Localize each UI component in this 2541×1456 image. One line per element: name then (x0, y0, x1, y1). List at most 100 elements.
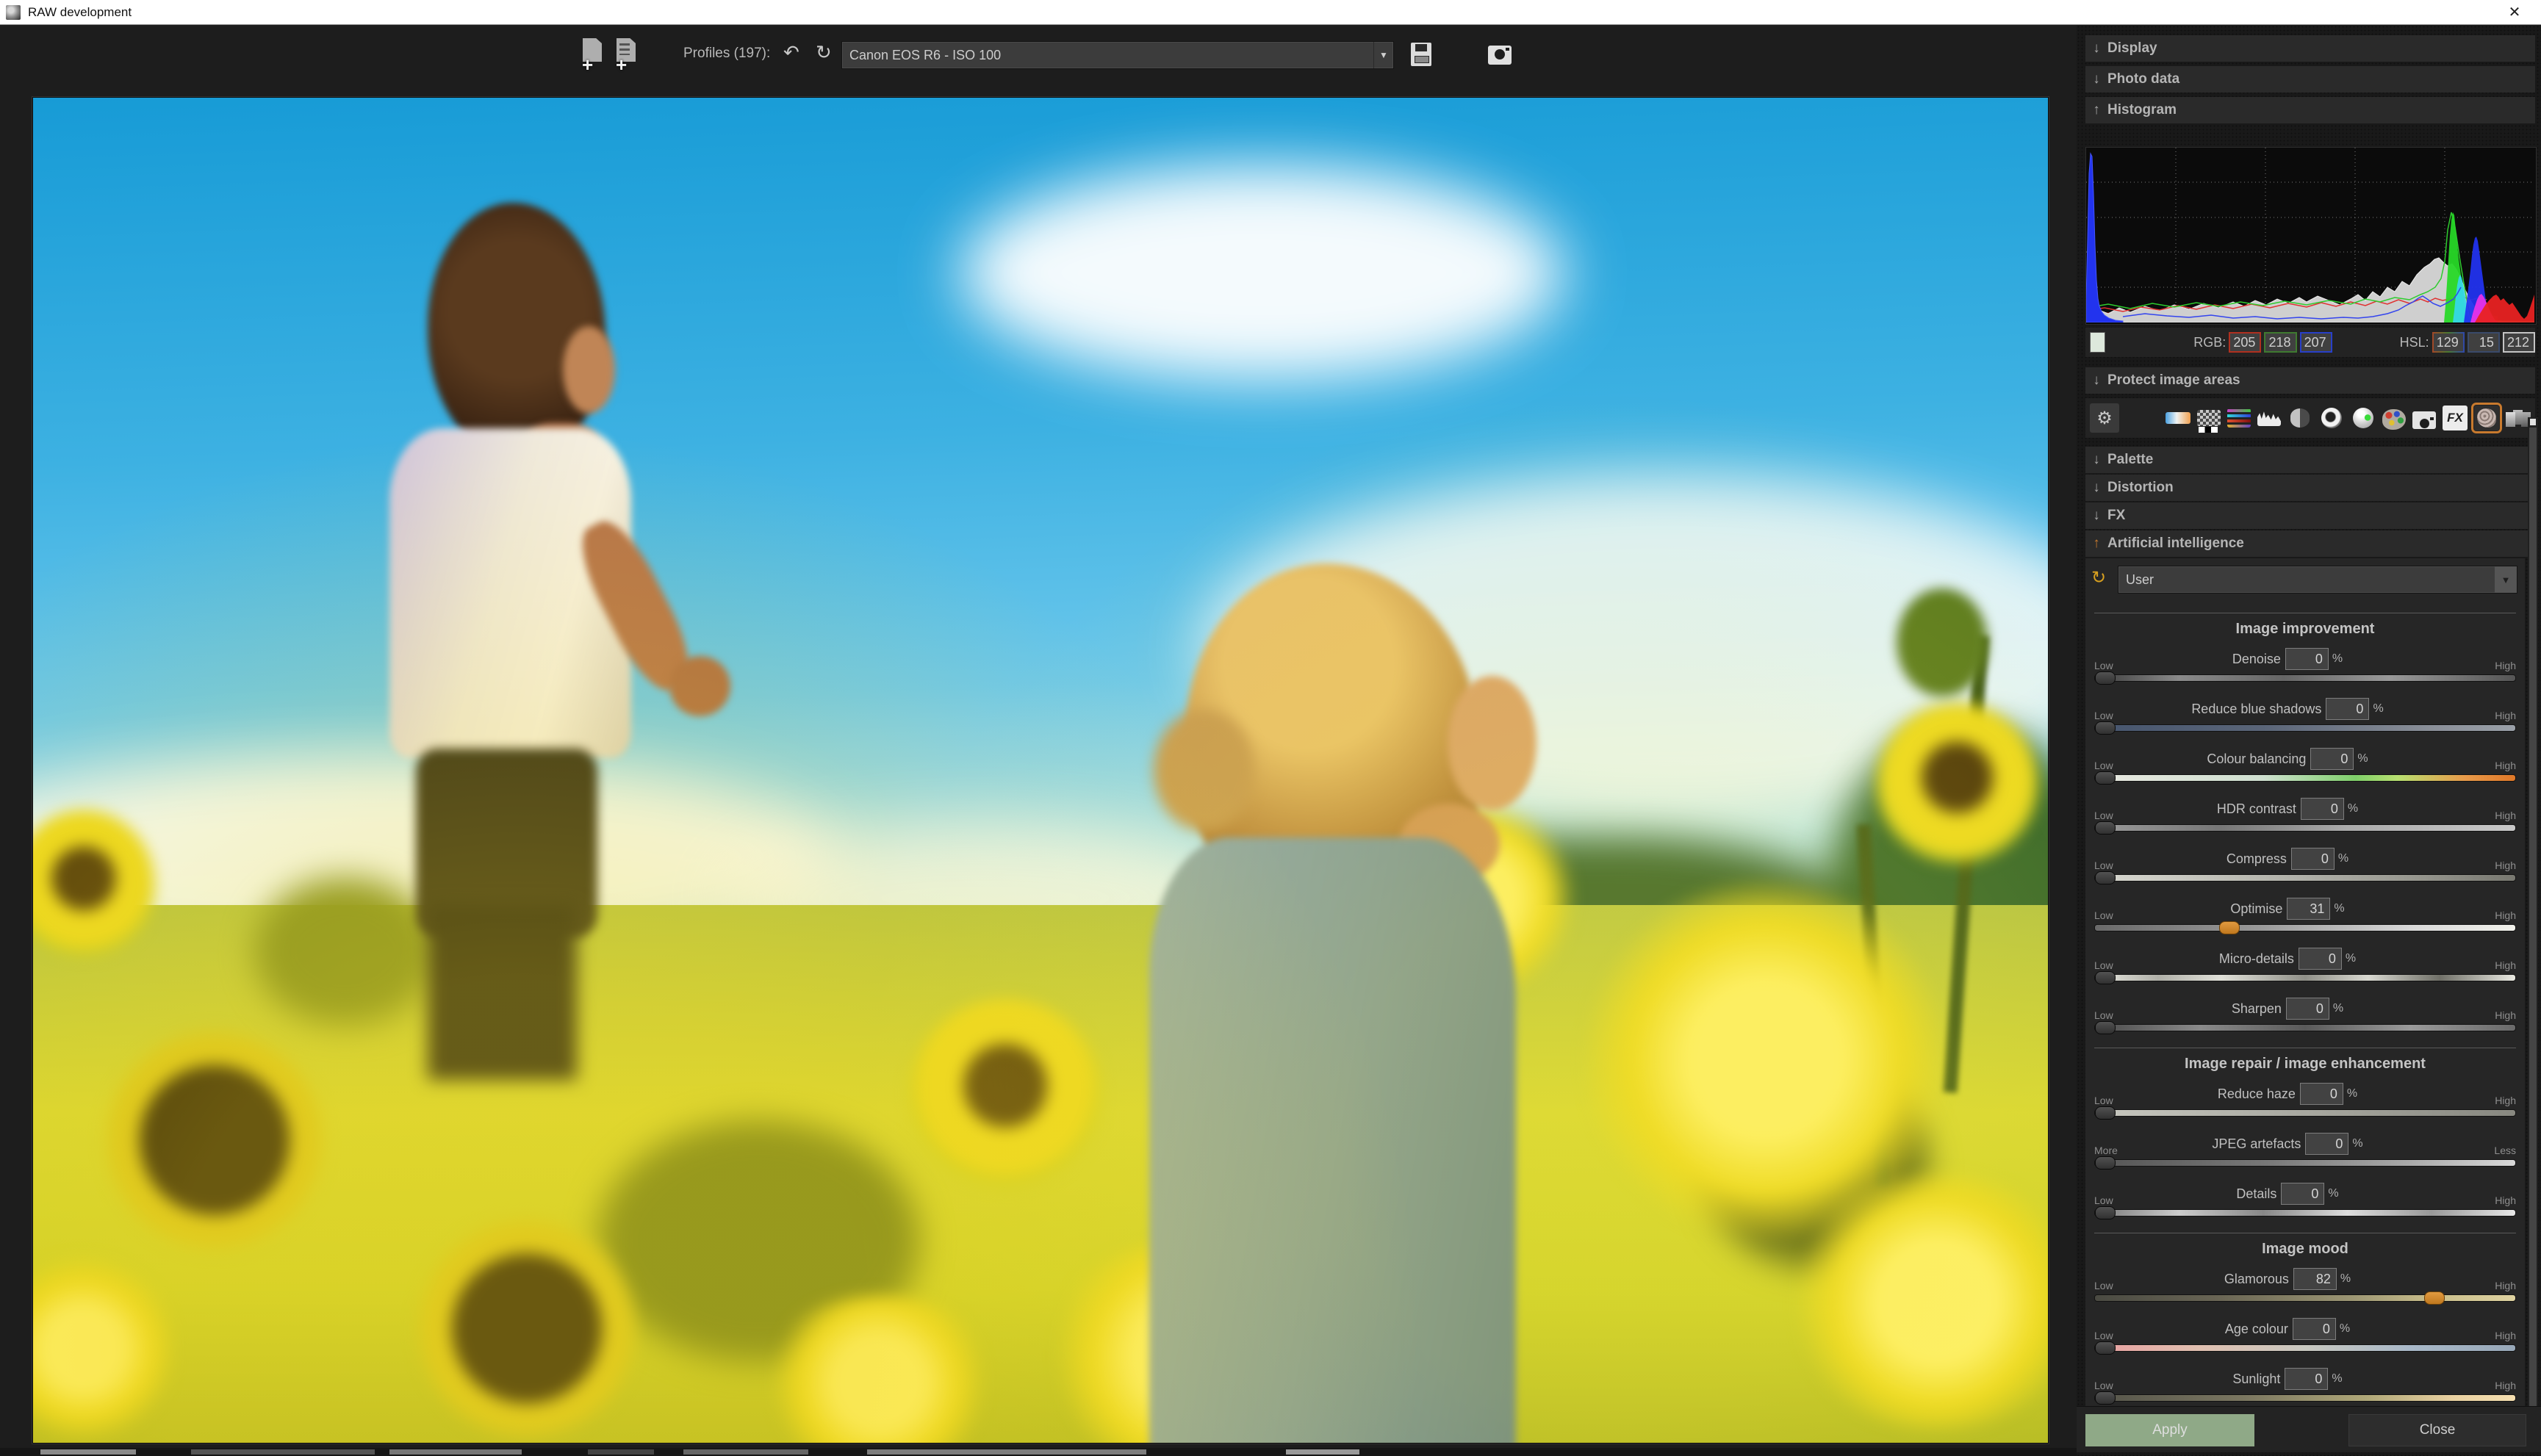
slider-value[interactable]: 31 (2287, 898, 2330, 920)
slider-handle[interactable] (2095, 1391, 2116, 1405)
collapse-arrow-icon: ↓ (2085, 71, 2107, 87)
slider-track[interactable] (2094, 724, 2516, 732)
slider-value[interactable]: 0 (2301, 798, 2344, 820)
new-profile-button[interactable]: + (578, 37, 607, 69)
ai-profile-dropdown[interactable]: User ▼ (2118, 566, 2517, 594)
slider-track[interactable] (2094, 1294, 2516, 1302)
slider-value[interactable]: 0 (2299, 948, 2342, 970)
slider-value[interactable]: 0 (2285, 648, 2329, 670)
refresh-icon[interactable]: ↻ (2091, 567, 2106, 588)
slider-unit: % (2332, 652, 2343, 666)
rgb-g-value: 218 (2264, 332, 2296, 353)
slider-value[interactable]: 0 (2281, 1183, 2324, 1205)
contrast-icon[interactable] (2290, 408, 2310, 428)
collapse-arrow-icon: ↓ (2085, 452, 2107, 468)
slider-unit: % (2373, 702, 2383, 716)
slider-track[interactable] (2094, 1394, 2516, 1402)
slider-reduce-haze: LowReduce haze0%High (2093, 1083, 2517, 1117)
slider-track[interactable] (2094, 1344, 2516, 1352)
section-palette[interactable]: ↓ Palette (2085, 447, 2535, 473)
scrollbar-thumb[interactable] (2529, 428, 2537, 1412)
palette-colors-icon[interactable] (2382, 409, 2406, 430)
slider-compress: LowCompress0%High (2093, 848, 2517, 882)
profile-dropdown[interactable]: Canon EOS R6 - ISO 100 ▼ (841, 41, 1394, 69)
slider-value[interactable]: 82 (2293, 1268, 2337, 1290)
slider-label: Optimise (2230, 901, 2282, 917)
slider-value[interactable]: 0 (2293, 1318, 2336, 1340)
profiles-label: Profiles (197): (683, 46, 770, 62)
slider-max-label: High (2495, 909, 2516, 921)
slider-handle[interactable] (2095, 1106, 2116, 1120)
white-balance-icon[interactable] (2166, 412, 2190, 424)
slider-handle[interactable] (2219, 921, 2240, 934)
close-button[interactable]: Close (2348, 1414, 2526, 1446)
ai-profile-row: ↻ User ▼ (2085, 561, 2525, 599)
ai-brain-icon[interactable] (2474, 406, 2499, 430)
slider-handle[interactable] (2095, 1206, 2116, 1219)
photo-preview[interactable] (33, 98, 2048, 1443)
warm-light-overlay (33, 98, 2048, 1443)
slider-handle[interactable] (2095, 721, 2116, 735)
slider-value[interactable]: 0 (2286, 998, 2329, 1020)
slider-sharpen: LowSharpen0%High (2093, 998, 2517, 1031)
section-display[interactable]: ↓ Display (2085, 35, 2535, 62)
undo-icon[interactable]: ↶ (783, 41, 799, 64)
slider-track[interactable] (2094, 874, 2516, 882)
slider-handle[interactable] (2095, 871, 2116, 884)
gear-icon[interactable]: ⚙ (2090, 403, 2119, 433)
chevron-down-icon[interactable]: ▼ (2495, 566, 2517, 593)
chevron-down-icon[interactable]: ▼ (1373, 42, 1393, 68)
section-artificial-intelligence[interactable]: ↑ Artificial intelligence (2085, 530, 2535, 557)
slider-track[interactable] (2094, 674, 2516, 682)
slider-track[interactable] (2094, 1209, 2516, 1217)
pixel-values-row: RGB: 205 218 207 HSL: 129 15 212 (2085, 328, 2535, 357)
section-histogram[interactable]: ↑ Histogram (2085, 97, 2535, 123)
window-close-icon[interactable]: ✕ (2498, 0, 2531, 24)
camera-icon[interactable] (1488, 46, 1512, 65)
slider-label: HDR contrast (2217, 801, 2296, 817)
new-profile-from-settings-button[interactable]: + (611, 37, 641, 69)
slider-handle[interactable] (2095, 1156, 2116, 1170)
slider-handle[interactable] (2095, 1021, 2116, 1034)
slider-handle[interactable] (2095, 771, 2116, 785)
photo-preview-frame (32, 97, 2049, 1444)
slider-value[interactable]: 0 (2310, 748, 2354, 770)
colour-sphere-icon[interactable] (2353, 408, 2373, 428)
slider-track[interactable] (2094, 1109, 2516, 1117)
slider-track[interactable] (2094, 924, 2516, 931)
slider-unit: % (2334, 902, 2344, 915)
section-protect-image-areas[interactable]: ↓ Protect image areas (2085, 367, 2535, 394)
apply-button[interactable]: Apply (2085, 1414, 2254, 1446)
section-distortion[interactable]: ↓ Distortion (2085, 475, 2535, 501)
section-fx[interactable]: ↓ FX (2085, 502, 2535, 529)
slider-value[interactable]: 0 (2300, 1083, 2343, 1105)
vignette-icon[interactable] (2321, 408, 2342, 428)
panel-scrollbar[interactable] (2528, 417, 2538, 1428)
save-profile-icon[interactable] (1411, 43, 1431, 66)
reset-icon[interactable]: ↻ (816, 41, 832, 64)
slider-handle[interactable] (2095, 1341, 2116, 1355)
scrollbar-up-button[interactable] (2530, 419, 2536, 425)
slider-value[interactable]: 0 (2285, 1368, 2328, 1390)
slider-value[interactable]: 0 (2305, 1133, 2348, 1155)
histogram-curve-icon[interactable] (2257, 410, 2281, 426)
slider-handle[interactable] (2095, 971, 2116, 984)
fx-icon[interactable]: FX (2443, 406, 2468, 430)
slider-handle[interactable] (2095, 671, 2116, 685)
slider-track[interactable] (2094, 824, 2516, 832)
slider-track[interactable] (2094, 1024, 2516, 1031)
camera-icon[interactable] (2412, 411, 2436, 429)
slider-track[interactable] (2094, 974, 2516, 981)
slider-handle[interactable] (2095, 821, 2116, 835)
lut-cube-icon[interactable] (2506, 410, 2531, 429)
slider-value[interactable]: 0 (2326, 698, 2369, 720)
noise-icon[interactable] (2197, 410, 2221, 426)
slider-track[interactable] (2094, 1159, 2516, 1167)
section-photo-data[interactable]: ↓ Photo data (2085, 66, 2535, 93)
slider-value[interactable]: 0 (2291, 848, 2335, 870)
channel-mixer-icon[interactable] (2227, 408, 2251, 428)
slider-denoise: LowDenoise0%High (2093, 648, 2517, 682)
slider-handle[interactable] (2424, 1291, 2445, 1305)
slider-track[interactable] (2094, 774, 2516, 782)
collapse-arrow-icon: ↓ (2085, 480, 2107, 496)
